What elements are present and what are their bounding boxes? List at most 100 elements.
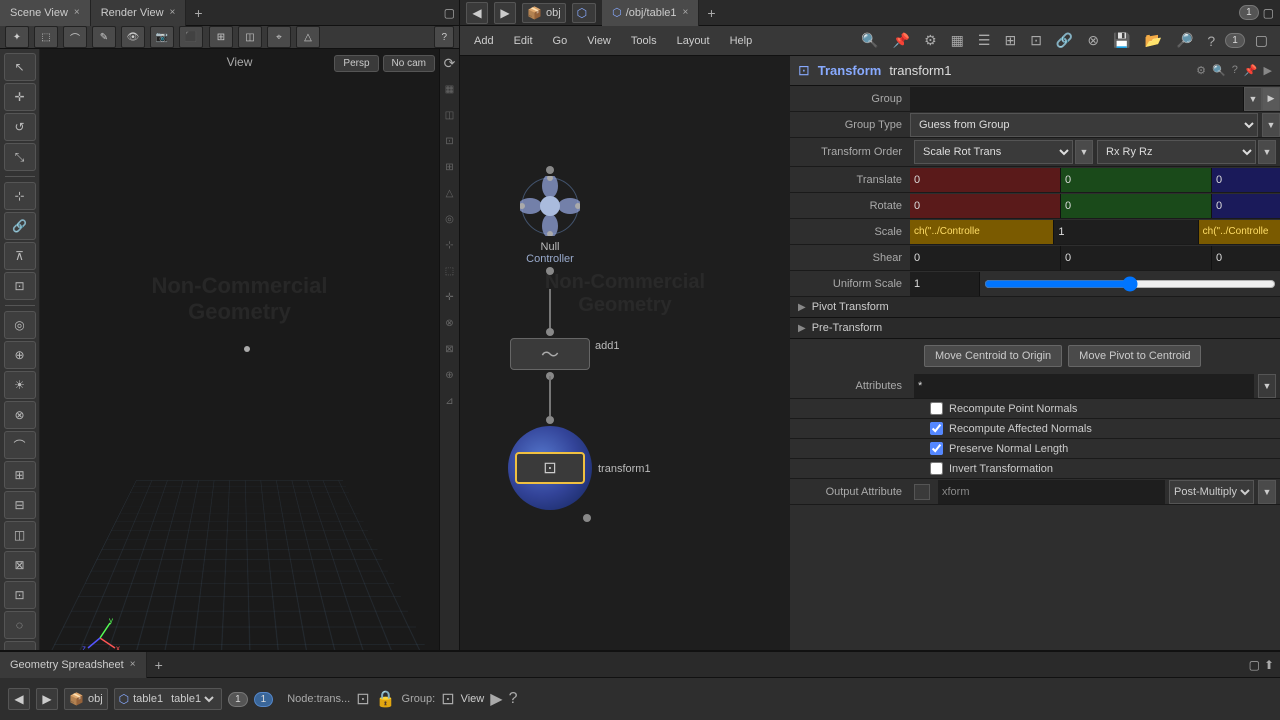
bottom-nav-back[interactable]: ◀: [8, 688, 30, 710]
group-type-select[interactable]: Guess from Group: [910, 113, 1258, 137]
props-search-icon[interactable]: 🔍: [1212, 64, 1226, 77]
bottom-table-select[interactable]: table1: [167, 692, 217, 706]
left-panel-minimize[interactable]: ▢: [444, 6, 455, 20]
bottom-panel-minimize[interactable]: ▢: [1249, 658, 1260, 672]
transform-order-select[interactable]: Scale Rot Trans: [914, 140, 1073, 164]
geo-tab-close[interactable]: ×: [130, 659, 136, 670]
translate-z[interactable]: [1212, 168, 1280, 192]
recompute-affected-checkbox[interactable]: [930, 422, 943, 435]
rotate-y[interactable]: [1061, 194, 1212, 218]
ne-save-icon[interactable]: 💾: [1109, 30, 1134, 51]
rotate-z[interactable]: [1212, 194, 1280, 218]
add-tab-right[interactable]: +: [699, 5, 723, 21]
viewport-rs-3[interactable]: ◫: [442, 103, 458, 127]
menu-view[interactable]: View: [581, 35, 617, 47]
scale-y[interactable]: [1054, 220, 1198, 244]
viewport-rs-9[interactable]: ⬚: [442, 259, 458, 283]
tool-render[interactable]: ⬛: [179, 26, 203, 48]
sidebar-blend[interactable]: ⊞: [4, 461, 36, 489]
sidebar-rotate[interactable]: ↺: [4, 113, 36, 141]
scale-x[interactable]: [910, 220, 1054, 244]
group-type-arrow[interactable]: ▼: [1262, 113, 1280, 137]
transform-order-arrow[interactable]: ▼: [1075, 140, 1093, 164]
sidebar-scale[interactable]: ⤡: [4, 143, 36, 171]
tool-view[interactable]: 👁: [121, 26, 145, 48]
group-arrow2[interactable]: ▶: [1262, 87, 1280, 111]
transform1-node[interactable]: ⊡ transform1: [508, 416, 592, 522]
uniform-scale-input[interactable]: [910, 272, 980, 296]
node-lock-icon[interactable]: 🔒: [376, 689, 396, 709]
shear-x[interactable]: [910, 246, 1061, 270]
ne-table-icon[interactable]: ▦: [947, 30, 968, 51]
handles-toggle[interactable]: ⌖: [267, 26, 291, 48]
recompute-point-checkbox[interactable]: [930, 402, 943, 415]
ne-help-icon[interactable]: ?: [1203, 31, 1219, 51]
right-nav-forward[interactable]: ▶: [494, 2, 516, 24]
pivot-transform-section[interactable]: ▶ Pivot Transform: [790, 297, 1280, 318]
sidebar-cam[interactable]: ⊕: [4, 341, 36, 369]
props-pin-icon[interactable]: 📌: [1244, 64, 1258, 77]
menu-edit[interactable]: Edit: [508, 35, 539, 47]
group-input[interactable]: [910, 87, 1244, 111]
display-toggle[interactable]: ◫: [238, 26, 262, 48]
ne-settings-icon[interactable]: ⚙: [920, 30, 941, 51]
move-pivot-btn[interactable]: Move Pivot to Centroid: [1068, 345, 1201, 367]
rotate-order-select[interactable]: Rx Ry Rz: [1097, 140, 1256, 164]
viewport-rs-12[interactable]: ⊠: [442, 337, 458, 361]
sidebar-misc2[interactable]: ⊠: [4, 551, 36, 579]
viewport-rs-5[interactable]: ⊞: [442, 155, 458, 179]
viewport-rs-7[interactable]: ◎: [442, 207, 458, 231]
sidebar-light[interactable]: ☀: [4, 371, 36, 399]
viewport-rs-1[interactable]: ⟳: [442, 51, 458, 75]
viewport-rs-6[interactable]: △: [442, 181, 458, 205]
tool-camera[interactable]: 📷: [150, 26, 174, 48]
ne-search-icon[interactable]: 🔍: [857, 30, 882, 51]
ne-filter-icon[interactable]: ⊗: [1083, 30, 1103, 51]
add-bottom-tab[interactable]: +: [147, 657, 171, 673]
menu-tools[interactable]: Tools: [625, 35, 663, 47]
viewport-rs-13[interactable]: ⊕: [442, 363, 458, 387]
ne-list-icon[interactable]: ☰: [974, 30, 995, 51]
attributes-input[interactable]: [914, 374, 1254, 398]
bottom-help-icon[interactable]: ?: [509, 690, 518, 708]
render-view-tab-close[interactable]: ×: [170, 7, 176, 18]
add1-node[interactable]: 〜 add1: [510, 328, 590, 382]
network-tab-close[interactable]: ×: [683, 7, 689, 18]
scene-view-tab[interactable]: Scene View ×: [0, 0, 91, 26]
props-gear-icon[interactable]: ⚙: [1196, 64, 1206, 77]
render-view-tab[interactable]: Render View ×: [91, 0, 187, 26]
viewport-rs-4[interactable]: ⊡: [442, 129, 458, 153]
sidebar-misc5[interactable]: ⊿: [4, 641, 36, 650]
invert-transform-checkbox[interactable]: [930, 462, 943, 475]
group-dropdown[interactable]: ▼: [1244, 87, 1262, 111]
ne-pin-icon[interactable]: 📌: [889, 30, 914, 51]
tool-box-select[interactable]: ⬚: [34, 26, 58, 48]
ne-open-icon[interactable]: 📂: [1141, 30, 1166, 51]
viewport-rs-8[interactable]: ⊹: [442, 233, 458, 257]
group-icon[interactable]: ⊡: [441, 689, 454, 709]
bottom-panel-close[interactable]: ⬆: [1264, 658, 1274, 672]
tool-lasso[interactable]: ⌒: [63, 26, 87, 48]
translate-y[interactable]: [1061, 168, 1212, 192]
right-nav-back[interactable]: ◀: [466, 2, 488, 24]
geo-spreadsheet-tab[interactable]: Geometry Spreadsheet ×: [0, 652, 147, 678]
cam-btn[interactable]: No cam: [383, 55, 435, 72]
ne-search2-icon[interactable]: 🔎: [1172, 30, 1197, 51]
menu-layout[interactable]: Layout: [671, 35, 716, 47]
sidebar-joint[interactable]: ⊡: [4, 272, 36, 300]
move-centroid-btn[interactable]: Move Centroid to Origin: [924, 345, 1062, 367]
menu-go[interactable]: Go: [547, 35, 574, 47]
sidebar-misc3[interactable]: ⊡: [4, 581, 36, 609]
attributes-dropdown[interactable]: ▼: [1258, 374, 1276, 398]
tool-select[interactable]: ✦: [5, 26, 29, 48]
sidebar-constraint[interactable]: ⊟: [4, 491, 36, 519]
add-tab-left[interactable]: +: [186, 5, 210, 21]
sidebar-misc1[interactable]: ◫: [4, 521, 36, 549]
sidebar-path[interactable]: ⌒: [4, 431, 36, 459]
rotate-x[interactable]: [910, 194, 1061, 218]
output-attr-input[interactable]: [938, 480, 1165, 504]
persp-btn[interactable]: Persp: [334, 55, 378, 72]
sidebar-misc4[interactable]: ◌: [4, 611, 36, 639]
ne-snap-icon[interactable]: ⊡: [1026, 30, 1046, 51]
viewport-rs-14[interactable]: ⊿: [442, 389, 458, 413]
